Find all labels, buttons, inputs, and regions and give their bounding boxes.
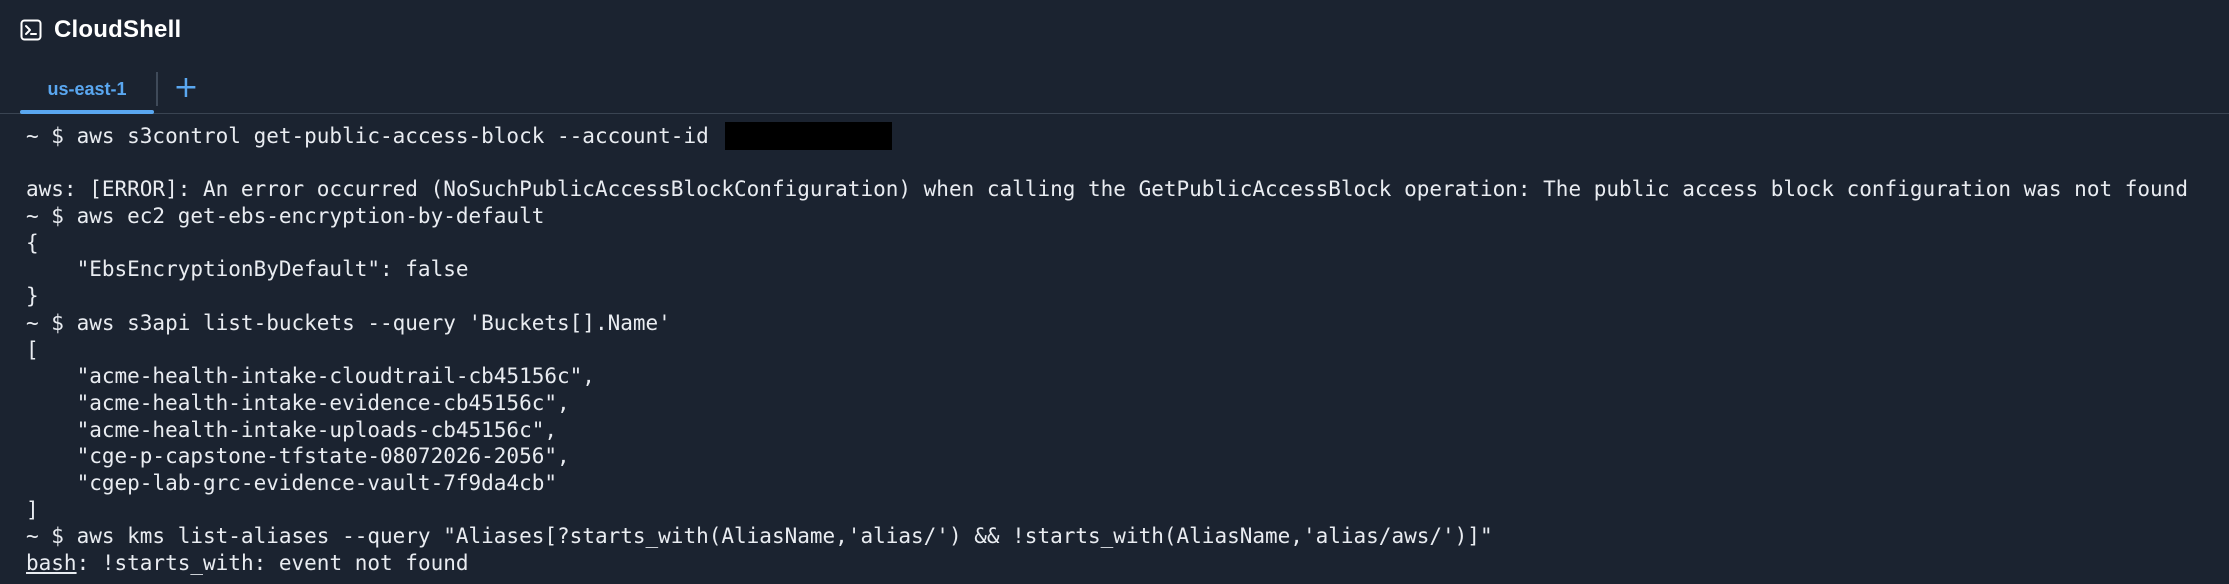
command-text: ~ $ aws s3control get-public-access-bloc… <box>26 124 722 148</box>
terminal-line: ~ $ aws s3api list-buckets --query 'Buck… <box>26 310 671 335</box>
terminal-line: ] <box>26 497 39 522</box>
session-tabs: us-east-1 + <box>20 64 200 114</box>
terminal-line: "cge-p-capstone-tfstate-08072026-2056", <box>26 444 570 469</box>
terminal-line: ~ $ aws kms list-aliases --query "Aliase… <box>26 524 1493 549</box>
title-row: CloudShell <box>20 14 181 46</box>
tab-us-east-1[interactable]: us-east-1 <box>20 64 154 114</box>
terminal-line: "cgep-lab-grc-evidence-vault-7f9da4cb" <box>26 470 558 495</box>
terminal-line: "acme-health-intake-evidence-cb45156c", <box>26 390 570 415</box>
error-text: : !starts_with: event not found <box>76 551 469 575</box>
terminal-line: "EbsEncryptionByDefault": false <box>26 257 469 282</box>
terminal-line: aws: [ERROR]: An error occurred (NoSuchP… <box>26 177 2188 202</box>
tab-divider <box>156 72 158 106</box>
plus-icon: + <box>173 69 199 105</box>
terminal-icon <box>20 19 42 41</box>
terminal-line: ~ $ aws s3control get-public-access-bloc… <box>26 122 2188 150</box>
terminal-line: } <box>26 284 39 309</box>
bash-prefix: bash <box>26 551 77 575</box>
terminal-line: { <box>26 230 39 255</box>
terminal-line: bash: !starts_with: event not found <box>26 550 2188 577</box>
terminal-line: "acme-health-intake-cloudtrail-cb45156c"… <box>26 364 595 389</box>
terminal-output[interactable]: ~ $ aws s3control get-public-access-bloc… <box>0 115 2229 584</box>
terminal-line: ~ $ aws ec2 get-ebs-encryption-by-defaul… <box>26 204 545 229</box>
add-tab-button[interactable]: + <box>172 60 200 114</box>
tab-label: us-east-1 <box>47 78 127 99</box>
redacted-account-id <box>725 122 893 150</box>
cloudshell-header: CloudShell us-east-1 + <box>0 0 2229 114</box>
terminal-line: "acme-health-intake-uploads-cb45156c", <box>26 417 558 442</box>
app-title: CloudShell <box>54 16 182 43</box>
terminal-line: [ <box>26 337 39 362</box>
terminal-lines: ~ $ aws s3control get-public-access-bloc… <box>26 122 2188 577</box>
